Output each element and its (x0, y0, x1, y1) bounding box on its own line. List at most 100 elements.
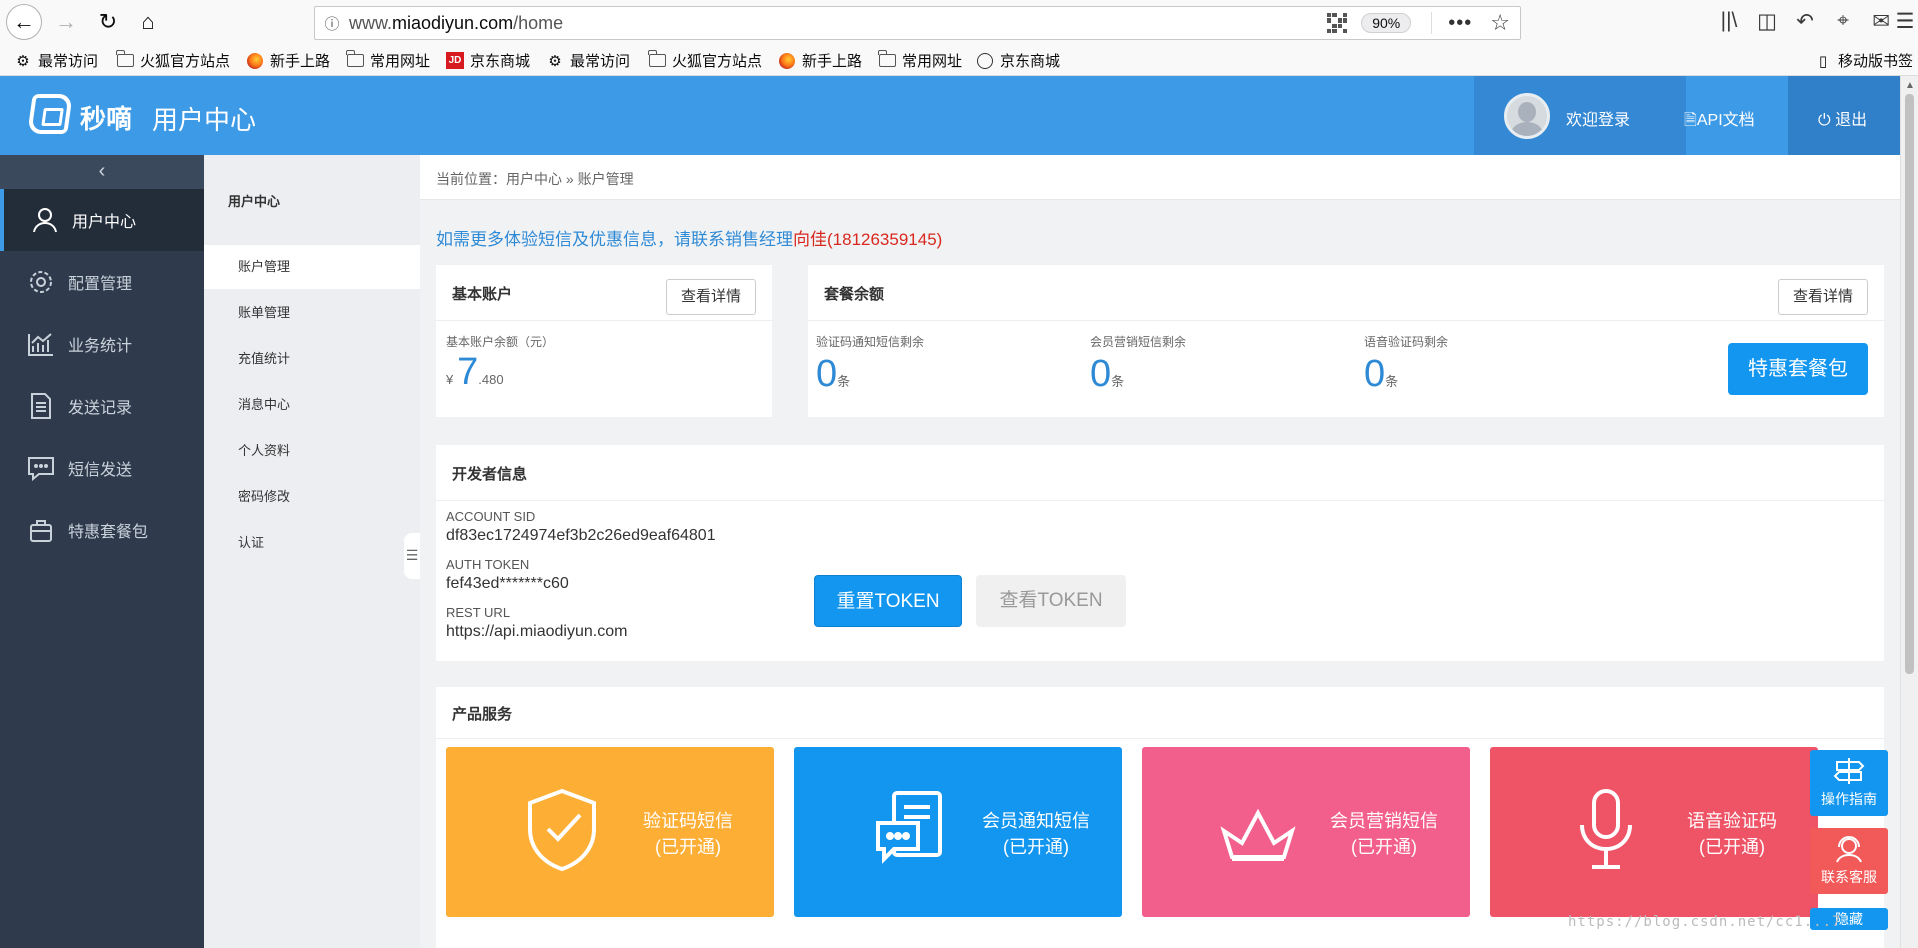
member-marketing-remaining-value: 0条 (1090, 353, 1125, 395)
sidebar-item-config[interactable]: 配置管理 (0, 251, 204, 313)
user-area[interactable]: 欢迎登录 (1474, 76, 1686, 155)
browser-toolbar: ← → ↻ ⌂ ⓘ www.miaodiyun.com/home 90% •••… (0, 0, 1918, 44)
home-icon: ⌂ (141, 9, 155, 34)
page-scrollbar[interactable]: ▲ (1900, 76, 1918, 948)
bookmark-item[interactable]: ⚙ 最常访问 (546, 50, 630, 71)
gear-icon: ⚙ (16, 52, 30, 70)
sidebar-item-user-center[interactable]: 用户中心 (0, 189, 204, 251)
more-actions-icon[interactable]: ••• (1448, 12, 1472, 35)
reload-button[interactable]: ↻ (90, 4, 126, 40)
sidebar-item-sms-send[interactable]: 短信发送 (0, 437, 204, 499)
url-path: /home (513, 12, 564, 33)
back-button[interactable]: ← (6, 4, 42, 40)
account-sid-value: df83ec1724974ef3b2c26ed9eaf64801 (446, 527, 716, 544)
account-sid-label: ACCOUNT SID (446, 509, 536, 524)
bookmark-item[interactable]: 火狐官方站点 (648, 50, 762, 71)
main-content: 当前位置：用户中心 » 账户管理 如需更多体验短信及优惠信息，请联系销售经理向佳… (420, 155, 1900, 948)
jd-icon: JD (446, 52, 464, 70)
balance-label: 基本账户余额（元） (446, 335, 555, 349)
arrow-left-icon: ← (13, 9, 35, 34)
rest-url-label: REST URL (446, 605, 511, 620)
sidebar-toggle-icon[interactable]: ◫ (1754, 9, 1780, 34)
menu-lines-icon: ☰ (405, 547, 419, 563)
scroll-up-icon[interactable]: ▲ (1905, 80, 1915, 91)
bookmark-item[interactable]: 新手上路 (246, 50, 330, 71)
folder-icon (878, 50, 896, 70)
reload-icon: ↻ (98, 9, 118, 34)
logo-icon (27, 94, 73, 134)
bookmark-item[interactable]: ⚙ 最常访问 (14, 50, 98, 71)
forward-button[interactable]: → (48, 4, 84, 40)
url-bar[interactable]: ⓘ www.miaodiyun.com/home 90% ••• ☆ (314, 6, 1521, 40)
auth-token-value: fef43ed*******c60 (446, 575, 569, 592)
signpost-icon (1833, 758, 1865, 784)
bookmark-star-icon[interactable]: ☆ (1490, 10, 1510, 36)
subnav-item-account[interactable]: 账户管理 (204, 245, 420, 289)
microphone-icon (1580, 789, 1632, 869)
breadcrumb-bar: 当前位置：用户中心 » 账户管理 (420, 155, 1900, 200)
message-icon (26, 454, 56, 482)
contact-service-button[interactable]: 联系客服 (1810, 828, 1888, 894)
mobile-bookmarks[interactable]: ▯ 移动版书签 (1814, 50, 1913, 71)
crop-icon[interactable]: ⌖ (1830, 9, 1856, 33)
product-member-notify-sms[interactable]: 会员通知短信 (已开通) (794, 747, 1122, 917)
subnav-item-messages[interactable]: 消息中心 (204, 383, 420, 427)
chat-bubble-icon[interactable]: ✉ (1868, 9, 1894, 34)
reset-token-button[interactable]: 重置TOKEN (814, 575, 962, 627)
firefox-icon (246, 52, 264, 70)
page-title: 用户中心 (152, 105, 257, 135)
url-text[interactable]: www.miaodiyun.com/home (349, 13, 1327, 34)
sales-contact: 向佳(18126359145) (793, 230, 943, 249)
bookmark-item[interactable]: 常用网址 (878, 50, 962, 71)
package-detail-button[interactable]: 查看详情 (1777, 279, 1868, 315)
bookmark-item[interactable]: 常用网址 (346, 50, 430, 71)
verify-sms-remaining-label: 验证码通知短信剩余 (816, 335, 925, 349)
chart-icon (26, 330, 56, 358)
product-member-marketing-sms[interactable]: 会员营销短信 (已开通) (1142, 747, 1470, 917)
product-services-card: 产品服务 验证码短信 (已开通) 会员通知短信 (已开通) 会员营销短信 (已开… (436, 687, 1884, 948)
avatar[interactable] (1504, 93, 1550, 139)
sidebar: ‹ 用户中心 配置管理 业务统计 发送记录 短信发送 特惠套餐包 (0, 155, 204, 948)
bookmark-item[interactable]: 京东商城 (976, 50, 1060, 71)
chat-document-icon (876, 791, 942, 864)
subnav-item-verify[interactable]: 认证 (204, 521, 420, 565)
api-doc-link[interactable]: 🗎API文档 (1684, 106, 1755, 136)
bookmark-item[interactable]: 火狐官方站点 (116, 50, 230, 71)
subnav-item-bills[interactable]: 账单管理 (204, 291, 420, 335)
sidebar-collapse-button[interactable]: ‹ (0, 155, 204, 189)
special-package-button[interactable]: 特惠套餐包 (1728, 343, 1868, 395)
logout-button[interactable]: ⏻ 退出 (1788, 76, 1900, 155)
view-token-button[interactable]: 查看TOKEN (976, 575, 1126, 627)
sub-navigation: 用户中心 账户管理 账单管理 充值统计 消息中心 个人资料 密码修改 认证 ☰ (204, 155, 420, 948)
zoom-level[interactable]: 90% (1361, 13, 1412, 33)
bag-icon (26, 516, 56, 544)
document-icon: 🗎 (1684, 112, 1697, 129)
document-icon (26, 392, 56, 420)
gear-icon (26, 268, 56, 296)
sidebar-item-stats[interactable]: 业务统计 (0, 313, 204, 375)
subnav-item-recharge[interactable]: 充值统计 (204, 337, 420, 381)
bookmark-item[interactable]: 新手上路 (778, 50, 862, 71)
home-button[interactable]: ⌂ (130, 4, 166, 40)
qr-code-icon[interactable] (1327, 13, 1348, 33)
subnav-item-profile[interactable]: 个人资料 (204, 429, 420, 473)
sidebar-item-records[interactable]: 发送记录 (0, 375, 204, 437)
hamburger-menu-icon[interactable]: ☰ (1892, 9, 1918, 34)
library-icon[interactable]: ||\ (1716, 9, 1742, 33)
undo-icon[interactable]: ↶ (1792, 9, 1818, 34)
welcome-link[interactable]: 欢迎登录 (1566, 106, 1630, 130)
basic-account-detail-button[interactable]: 查看详情 (665, 279, 756, 315)
scroll-thumb[interactable] (1905, 94, 1914, 674)
subnav-collapse-handle[interactable]: ☰ (404, 533, 420, 579)
bookmark-item[interactable]: JD 京东商城 (446, 50, 530, 71)
operation-guide-button[interactable]: 操作指南 (1810, 750, 1888, 816)
shield-check-icon (528, 788, 596, 872)
url-prefix: www. (349, 12, 393, 33)
voice-code-remaining-value: 0条 (1364, 353, 1399, 395)
sidebar-item-packages[interactable]: 特惠套餐包 (0, 499, 204, 561)
info-icon[interactable]: ⓘ (315, 13, 349, 34)
subnav-item-password[interactable]: 密码修改 (204, 475, 420, 519)
promo-notice: 如需更多体验短信及优惠信息，请联系销售经理向佳(18126359145) (436, 230, 943, 249)
product-voice-code[interactable]: 语音验证码 (已开通) (1490, 747, 1818, 917)
product-verify-sms[interactable]: 验证码短信 (已开通) (446, 747, 774, 917)
